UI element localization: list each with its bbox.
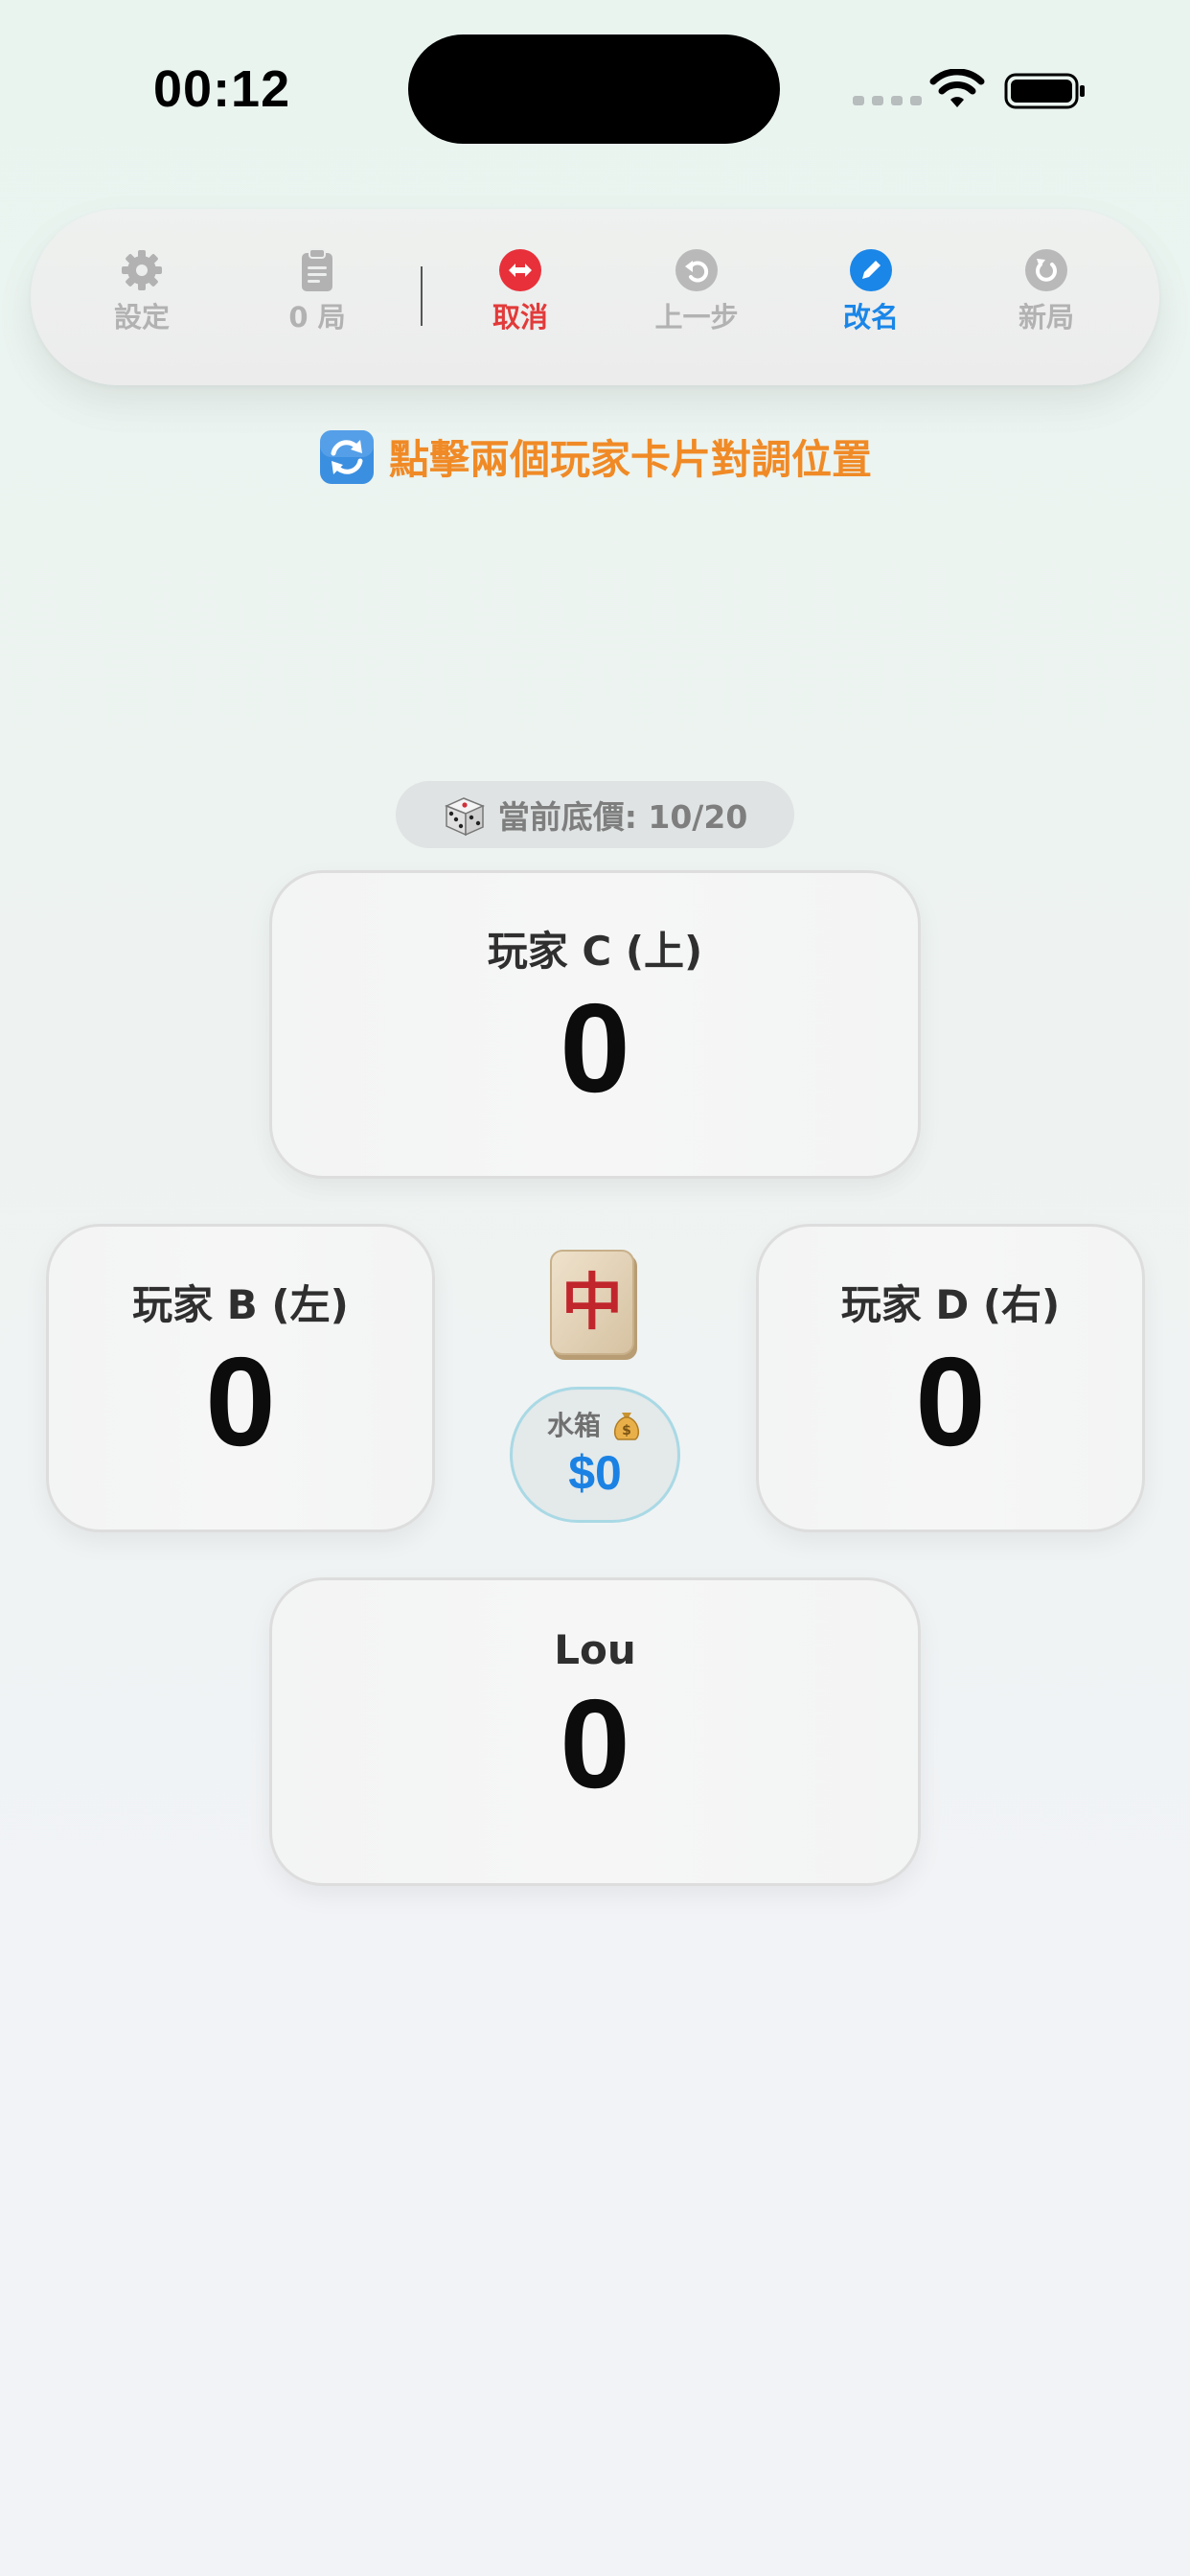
status-time: 00:12 bbox=[153, 60, 291, 118]
cellular-signal-icon bbox=[853, 96, 922, 105]
pot-badge: 水箱 $ $0 bbox=[510, 1387, 680, 1523]
rounds-button[interactable]: 0 局 bbox=[245, 247, 389, 353]
svg-text:$: $ bbox=[622, 1423, 631, 1438]
settings-label: 設定 bbox=[113, 301, 170, 334]
dice-icon bbox=[444, 797, 485, 837]
player-name: 玩家 D (右) bbox=[840, 1281, 1061, 1328]
rename-button[interactable]: 改名 bbox=[799, 247, 943, 353]
pencil-icon bbox=[850, 249, 892, 291]
swap-arrows-icon bbox=[499, 249, 541, 291]
hint-text: 點擊兩個玩家卡片對調位置 bbox=[388, 436, 872, 483]
toolbar: 設定 0 局 取消 上一步 改名 新局 bbox=[31, 209, 1159, 385]
rounds-label: 0 局 bbox=[288, 301, 346, 334]
settings-button[interactable]: 設定 bbox=[70, 247, 214, 353]
player-name: 玩家 C (上) bbox=[487, 928, 703, 975]
undo-label: 上一步 bbox=[654, 301, 739, 334]
player-score: 0 bbox=[205, 1331, 276, 1472]
player-score: 0 bbox=[560, 1673, 630, 1814]
player-score: 0 bbox=[915, 1331, 986, 1472]
pot-value: $0 bbox=[568, 1446, 622, 1500]
gear-icon bbox=[122, 250, 162, 290]
player-card-left[interactable]: 玩家 B (左) 0 bbox=[46, 1224, 435, 1532]
rename-label: 改名 bbox=[842, 301, 899, 334]
base-price-badge: 當前底價: 10/20 bbox=[396, 781, 794, 848]
new-game-button[interactable]: 新局 bbox=[974, 247, 1118, 353]
pot-label: 水箱 bbox=[546, 1410, 601, 1441]
money-bag-icon: $ bbox=[613, 1413, 640, 1440]
tile-glyph: 中 bbox=[561, 1267, 623, 1339]
undo-button[interactable]: 上一步 bbox=[625, 247, 768, 353]
cancel-label: 取消 bbox=[492, 301, 548, 334]
swap-icon bbox=[319, 429, 374, 484]
swap-hint: 點擊兩個玩家卡片對調位置 bbox=[0, 427, 1190, 486]
cancel-button[interactable]: 取消 bbox=[448, 247, 592, 353]
new-game-label: 新局 bbox=[1018, 301, 1074, 334]
player-card-top[interactable]: 玩家 C (上) 0 bbox=[269, 870, 921, 1179]
mahjong-red-dragon-tile-icon: 中 bbox=[550, 1250, 637, 1360]
player-score: 0 bbox=[560, 978, 630, 1118]
wifi-icon bbox=[929, 69, 985, 107]
player-card-right[interactable]: 玩家 D (右) 0 bbox=[756, 1224, 1145, 1532]
refresh-icon bbox=[1025, 249, 1067, 291]
player-card-bottom[interactable]: Lou 0 bbox=[269, 1577, 921, 1886]
player-name: Lou bbox=[554, 1626, 636, 1673]
toolbar-divider bbox=[421, 266, 423, 326]
clipboard-icon bbox=[302, 248, 332, 291]
dynamic-island bbox=[408, 34, 780, 144]
undo-icon bbox=[675, 249, 718, 291]
battery-icon bbox=[1004, 73, 1085, 109]
player-name: 玩家 B (左) bbox=[132, 1281, 349, 1328]
base-price-text: 當前底價: 10/20 bbox=[497, 798, 748, 836]
